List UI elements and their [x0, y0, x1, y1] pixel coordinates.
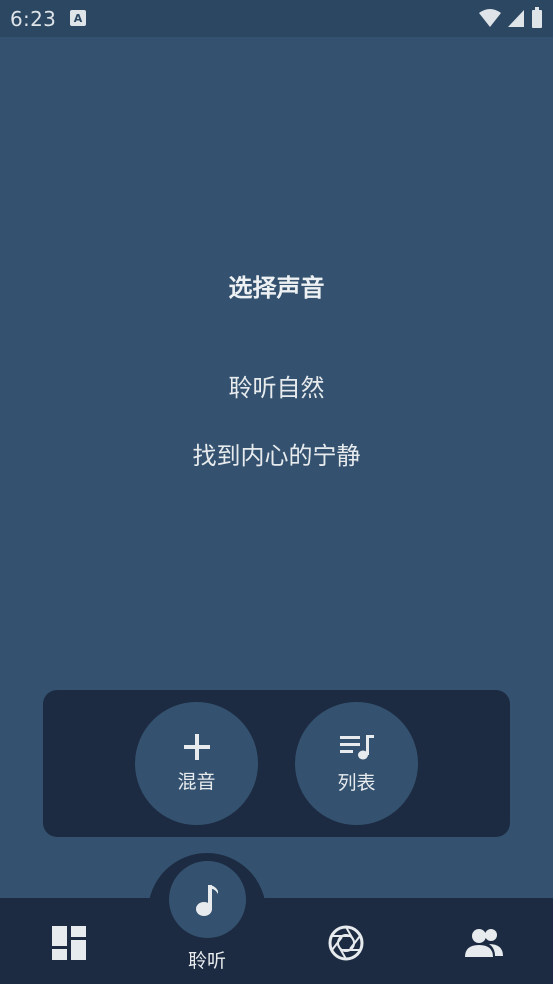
aperture-icon — [328, 925, 364, 961]
tagline-2: 找到内心的宁静 — [192, 442, 361, 470]
nav-item-people[interactable] — [460, 920, 508, 966]
nav-item-dashboard[interactable] — [46, 920, 92, 966]
nav-item-listen[interactable] — [169, 861, 246, 938]
status-time: 6:23 — [10, 7, 57, 31]
status-bar: 6:23 A — [0, 0, 553, 37]
plus-icon — [183, 734, 210, 760]
music-note-icon — [195, 884, 218, 916]
nav-item-aperture[interactable] — [323, 920, 369, 966]
playlist-icon — [339, 735, 374, 760]
list-button-label: 列表 — [337, 772, 376, 794]
action-panel: 混音 列表 — [43, 690, 510, 837]
nav-item-listen-label: 聆听 — [187, 950, 226, 972]
status-icons — [479, 7, 543, 29]
mix-button[interactable]: 混音 — [135, 702, 258, 825]
page-title: 选择声音 — [228, 274, 325, 302]
people-icon — [465, 929, 503, 957]
tagline-1: 聆听自然 — [228, 374, 325, 402]
mix-button-label: 混音 — [177, 771, 216, 793]
wifi-icon — [479, 9, 501, 27]
list-button[interactable]: 列表 — [295, 702, 418, 825]
a-box-icon: A — [70, 10, 86, 26]
dashboard-icon — [52, 926, 86, 960]
signal-icon — [508, 10, 524, 27]
battery-icon — [532, 7, 542, 28]
